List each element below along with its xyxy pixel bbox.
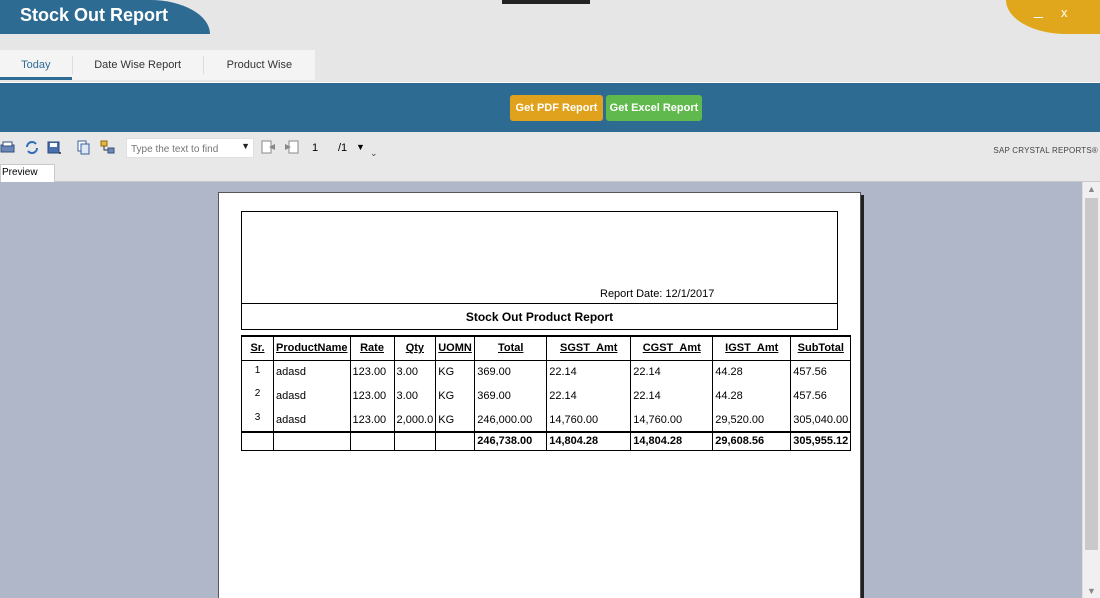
column-header: Total	[474, 335, 547, 361]
column-header: CGST_Amt	[630, 335, 713, 361]
table-cell: 14,760.00	[630, 408, 713, 432]
report-viewer: Report Date: 12/1/2017 Stock Out Product…	[0, 182, 1082, 598]
scrollbar-thumb[interactable]	[1085, 198, 1098, 550]
table-cell: 369.00	[474, 360, 547, 384]
total-cgst-cell: 14,804.28	[630, 431, 713, 451]
total-subtotal-cell: 305,955.12	[790, 431, 852, 451]
table-cell	[241, 431, 274, 451]
tab-today[interactable]: Today	[0, 50, 72, 80]
column-header: Sr.	[241, 335, 274, 361]
table-cell: 3.00	[393, 384, 436, 408]
get-pdf-report-button[interactable]: Get PDF Report	[510, 95, 603, 121]
sap-crystal-reports-logo: SAP CRYSTAL REPORTS®	[993, 146, 1098, 155]
table-cell: 369.00	[474, 384, 547, 408]
table-row: 3 adasd 123.00 2,000.0 KG 246,000.00 14,…	[241, 408, 852, 432]
column-header: SGST_Amt	[546, 335, 631, 361]
report-date: Report Date: 12/1/2017	[600, 288, 715, 300]
column-header: Qty	[393, 335, 436, 361]
column-header: IGST_Amt	[712, 335, 791, 361]
table-cell: adasd	[273, 360, 351, 384]
table-cell: 3.00	[393, 360, 436, 384]
table-cell	[435, 431, 475, 451]
table-cell: 457.56	[790, 360, 852, 384]
title-bar: Stock Out Report _ x	[0, 0, 1100, 34]
tab-strip: Today Date Wise Report Product Wise	[0, 50, 315, 80]
report-viewer-toolbar: ▼ 1 /1 ▼ ⌄ SAP CRYSTAL REPORTS®	[0, 132, 1100, 164]
table-cell: 2	[241, 384, 274, 408]
report-header-box: Report Date: 12/1/2017	[241, 211, 838, 304]
window-title: Stock Out Report	[20, 5, 169, 25]
chevron-down-icon[interactable]: ▼	[241, 141, 250, 151]
table-cell: adasd	[273, 384, 351, 408]
title-drag-handle[interactable]	[502, 0, 590, 4]
table-cell: 1	[241, 360, 274, 384]
table-cell: 22.14	[630, 360, 713, 384]
title-tab: Stock Out Report	[0, 0, 210, 34]
toolbar-overflow-icon[interactable]: ⌄	[370, 148, 378, 159]
table-cell: KG	[435, 408, 475, 432]
table-row: 2 adasd 123.00 3.00 KG 369.00 22.14 22.1…	[241, 384, 852, 408]
table-cell: 22.14	[630, 384, 713, 408]
column-header: Rate	[349, 335, 395, 361]
report-table: Sr. ProductName Rate Qty UOMN Total SGST…	[241, 335, 852, 451]
table-cell	[393, 431, 436, 451]
table-cell: 14,760.00	[546, 408, 631, 432]
table-cell: 123.00	[349, 408, 395, 432]
total-amount-cell: 246,738.00	[474, 431, 547, 451]
scroll-down-icon[interactable]: ▼	[1087, 586, 1096, 596]
get-excel-report-button[interactable]: Get Excel Report	[606, 95, 702, 121]
tab-product-wise[interactable]: Product Wise	[204, 50, 315, 80]
table-cell: 246,000.00	[474, 408, 547, 432]
table-cell: 44.28	[712, 384, 791, 408]
find-text-field[interactable]: ▼	[126, 138, 254, 159]
window-controls: _ x	[1006, 0, 1100, 34]
export-icon[interactable]	[0, 140, 16, 155]
total-pages-label: /1	[338, 142, 348, 154]
table-cell: KG	[435, 360, 475, 384]
preview-tab-row: Preview	[0, 164, 1100, 182]
tab-preview[interactable]: Preview	[0, 164, 55, 182]
table-cell: 22.14	[546, 360, 631, 384]
table-cell: 123.00	[349, 384, 395, 408]
vertical-scrollbar[interactable]: ▲ ▼	[1082, 182, 1100, 598]
table-cell: 305,040.00	[790, 408, 852, 432]
table-cell: 22.14	[546, 384, 631, 408]
print-icon[interactable]	[46, 140, 62, 155]
total-igst-cell: 29,608.56	[712, 431, 791, 451]
total-sgst-cell: 14,804.28	[546, 431, 631, 451]
current-page-field[interactable]: 1	[312, 142, 318, 154]
report-title-box: Stock Out Product Report	[241, 303, 838, 330]
table-cell	[273, 431, 351, 451]
group-tree-icon[interactable]	[100, 140, 116, 155]
column-header: SubTotal	[790, 335, 852, 361]
tab-date-wise-report[interactable]: Date Wise Report	[73, 50, 203, 80]
table-cell: 29,520.00	[712, 408, 791, 432]
table-cell: 44.28	[712, 360, 791, 384]
totals-row: 246,738.00 14,804.28 14,804.28 29,608.56…	[241, 431, 852, 451]
table-header-row: Sr. ProductName Rate Qty UOMN Total SGST…	[241, 335, 852, 361]
table-cell: 3	[241, 408, 274, 432]
table-row: 1 adasd 123.00 3.00 KG 369.00 22.14 22.1…	[241, 360, 852, 384]
table-cell: 457.56	[790, 384, 852, 408]
action-bar: Get PDF Report Get Excel Report	[0, 82, 1100, 132]
tab-row: Today Date Wise Report Product Wise	[0, 34, 1100, 82]
close-button[interactable]: x	[1061, 5, 1068, 20]
table-cell: adasd	[273, 408, 351, 432]
table-cell	[349, 431, 395, 451]
report-page: Report Date: 12/1/2017 Stock Out Product…	[218, 192, 861, 598]
minimize-button[interactable]: _	[1034, 2, 1043, 20]
column-header: ProductName	[273, 335, 351, 361]
table-cell: 123.00	[349, 360, 395, 384]
page-dropdown-icon[interactable]: ▼	[356, 142, 365, 152]
copy-icon[interactable]	[76, 140, 92, 155]
scroll-up-icon[interactable]: ▲	[1087, 184, 1096, 194]
column-header: UOMN	[435, 335, 475, 361]
next-page-icon[interactable]	[284, 140, 300, 155]
prev-page-icon[interactable]	[260, 140, 276, 155]
table-cell: 2,000.0	[393, 408, 436, 432]
table-cell: KG	[435, 384, 475, 408]
report-title: Stock Out Product Report	[465, 310, 614, 324]
find-text-input[interactable]	[127, 140, 237, 159]
refresh-icon[interactable]	[24, 140, 40, 155]
